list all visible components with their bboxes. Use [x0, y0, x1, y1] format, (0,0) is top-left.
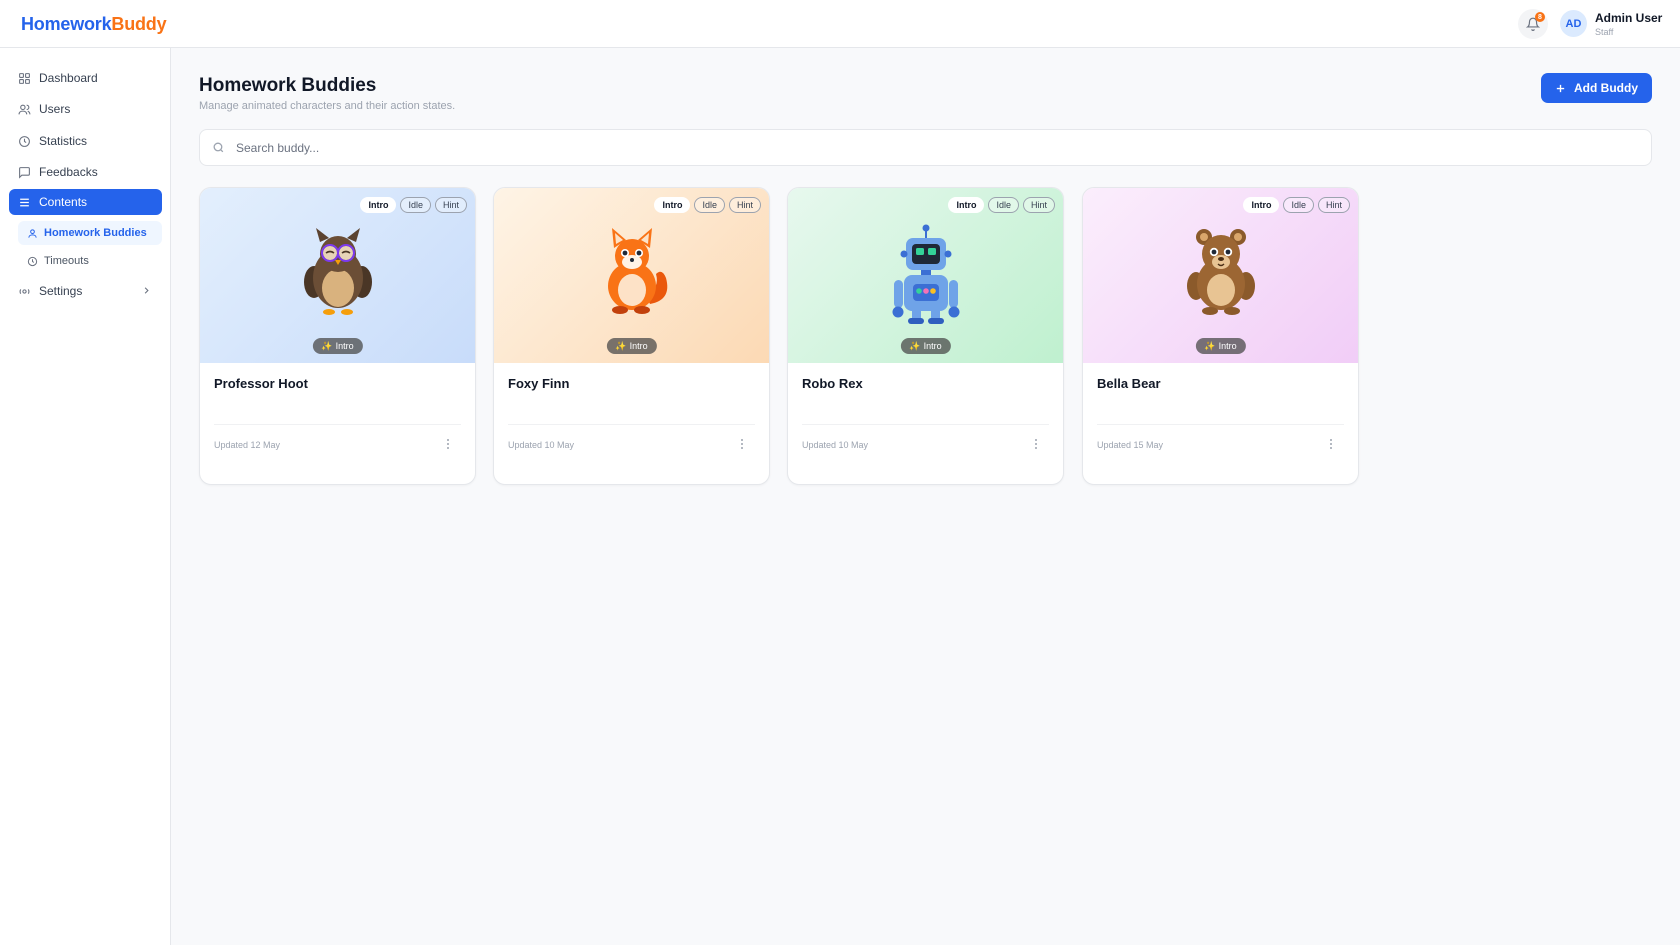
buddy-card[interactable]: Intro Idle Hint ✨ Intro Robo Rex Updated…: [787, 187, 1064, 485]
owl-character-icon: [303, 228, 372, 315]
state-badge: ✨ Intro: [900, 338, 951, 354]
state-badge: ✨ Intro: [312, 338, 363, 354]
state-chips: Intro Idle Hint: [1243, 197, 1350, 213]
buddy-card[interactable]: Intro Idle Hint ✨ Intro Professor Hoot Up…: [199, 187, 476, 485]
state-badge-label: Intro: [1218, 341, 1237, 351]
updated-date: Updated 10 May: [802, 440, 869, 450]
search-input[interactable]: [236, 130, 1636, 165]
page-title: Homework Buddies: [199, 75, 377, 96]
sidebar-item-label: Homework Buddies: [44, 227, 147, 239]
avatar[interactable]: AD: [1560, 10, 1587, 37]
chip-intro[interactable]: Intro: [654, 197, 691, 213]
sidebar: Dashboard Users Statistics Feedbacks Con…: [0, 48, 171, 945]
menu-icon: [17, 195, 31, 209]
message-icon: [17, 165, 31, 179]
sparkle-icon: ✨: [615, 340, 627, 351]
sidebar-item-settings[interactable]: Settings: [9, 278, 162, 304]
add-buddy-label: Add Buddy: [1574, 81, 1638, 95]
user-name: Admin User: [1595, 11, 1663, 25]
state-badge-label: Intro: [629, 341, 648, 351]
state-chips: Intro Idle Hint: [948, 197, 1055, 213]
bear-character-icon: [1186, 229, 1255, 315]
chip-intro[interactable]: Intro: [360, 197, 397, 213]
sparkle-icon: ✨: [909, 340, 921, 351]
updated-date: Updated 12 May: [214, 440, 281, 450]
search-bar: [199, 129, 1652, 166]
state-chips: Intro Idle Hint: [654, 197, 761, 213]
chip-hint[interactable]: Hint: [1022, 197, 1055, 213]
chip-idle[interactable]: Idle: [694, 197, 725, 213]
search-icon: [213, 142, 224, 153]
sidebar-item-contents[interactable]: Contents: [9, 189, 162, 215]
sidebar-subitem-homework-buddies[interactable]: Homework Buddies: [18, 221, 162, 245]
sparkle-icon: ✨: [1204, 340, 1216, 351]
page-subtitle: Manage animated characters and their act…: [199, 100, 456, 112]
buddy-card[interactable]: Intro Idle Hint ✨ Intro Foxy Finn Updated…: [493, 187, 770, 485]
buddy-name: Foxy Finn: [508, 376, 570, 391]
sidebar-subitem-timeouts[interactable]: Timeouts: [18, 249, 162, 273]
buddy-preview: Intro Idle Hint ✨ Intro: [200, 188, 475, 363]
robot-character-icon: [892, 224, 959, 324]
state-badge: ✨ Intro: [606, 338, 657, 354]
buddy-name: Professor Hoot: [214, 376, 308, 391]
sidebar-item-statistics[interactable]: Statistics: [9, 128, 162, 154]
chip-intro[interactable]: Intro: [1243, 197, 1280, 213]
sidebar-item-users[interactable]: Users: [9, 96, 162, 122]
more-options-icon[interactable]: [1326, 436, 1336, 452]
chevron-right-icon: [144, 287, 149, 294]
more-options-icon[interactable]: [1031, 436, 1041, 452]
add-buddy-button[interactable]: Add Buddy: [1541, 73, 1652, 103]
buddy-preview: Intro Idle Hint ✨ Intro: [494, 188, 769, 363]
more-options-icon[interactable]: [737, 436, 747, 452]
sidebar-item-label: Contents: [39, 195, 88, 209]
buddy-name: Robo Rex: [802, 376, 863, 391]
clock-icon: [26, 255, 38, 267]
users-icon: [17, 102, 31, 116]
divider: [508, 424, 755, 425]
settings-icon: [17, 284, 31, 298]
chip-intro[interactable]: Intro: [948, 197, 985, 213]
chip-hint[interactable]: Hint: [434, 197, 467, 213]
state-badge-label: Intro: [923, 341, 942, 351]
plus-icon: [1556, 84, 1565, 92]
sidebar-item-dashboard[interactable]: Dashboard: [9, 65, 162, 91]
buddy-name: Bella Bear: [1097, 376, 1161, 391]
state-badge-label: Intro: [335, 341, 354, 351]
sidebar-item-label: Feedbacks: [39, 165, 98, 179]
state-chips: Intro Idle Hint: [360, 197, 467, 213]
sidebar-item-feedbacks[interactable]: Feedbacks: [9, 159, 162, 185]
more-options-icon[interactable]: [443, 436, 453, 452]
notifications-button[interactable]: 8: [1518, 9, 1548, 39]
sparkle-icon: ✨: [321, 340, 333, 351]
divider: [1097, 424, 1344, 425]
sidebar-item-label: Users: [39, 102, 71, 116]
sidebar-item-label: Dashboard: [39, 71, 98, 85]
updated-date: Updated 10 May: [508, 440, 575, 450]
chip-idle[interactable]: Idle: [988, 197, 1019, 213]
fox-character-icon: [607, 228, 667, 314]
grid-icon: [17, 71, 31, 85]
sidebar-item-label: Timeouts: [44, 255, 89, 267]
buddy-card[interactable]: Intro Idle Hint ✨ Intro Bella Bear Updat…: [1082, 187, 1359, 485]
sidebar-item-label: Settings: [39, 284, 83, 298]
clock-icon: [17, 134, 31, 148]
buddy-preview: Intro Idle Hint ✨ Intro: [788, 188, 1063, 363]
chip-idle[interactable]: Idle: [1283, 197, 1314, 213]
sidebar-item-label: Statistics: [39, 134, 88, 148]
app-logo[interactable]: HomeworkBuddy: [21, 14, 167, 35]
top-bar: HomeworkBuddy 8 AD Admin User Staff: [0, 0, 1680, 48]
divider: [214, 424, 461, 425]
updated-date: Updated 15 May: [1097, 440, 1164, 450]
person-icon: [26, 227, 38, 239]
chip-hint[interactable]: Hint: [1317, 197, 1350, 213]
user-role: Staff: [1595, 27, 1614, 37]
divider: [802, 424, 1049, 425]
chip-idle[interactable]: Idle: [400, 197, 431, 213]
notification-count-badge: 8: [1535, 12, 1545, 22]
state-badge: ✨ Intro: [1195, 338, 1246, 354]
chip-hint[interactable]: Hint: [728, 197, 761, 213]
buddy-preview: Intro Idle Hint ✨ Intro: [1083, 188, 1358, 363]
